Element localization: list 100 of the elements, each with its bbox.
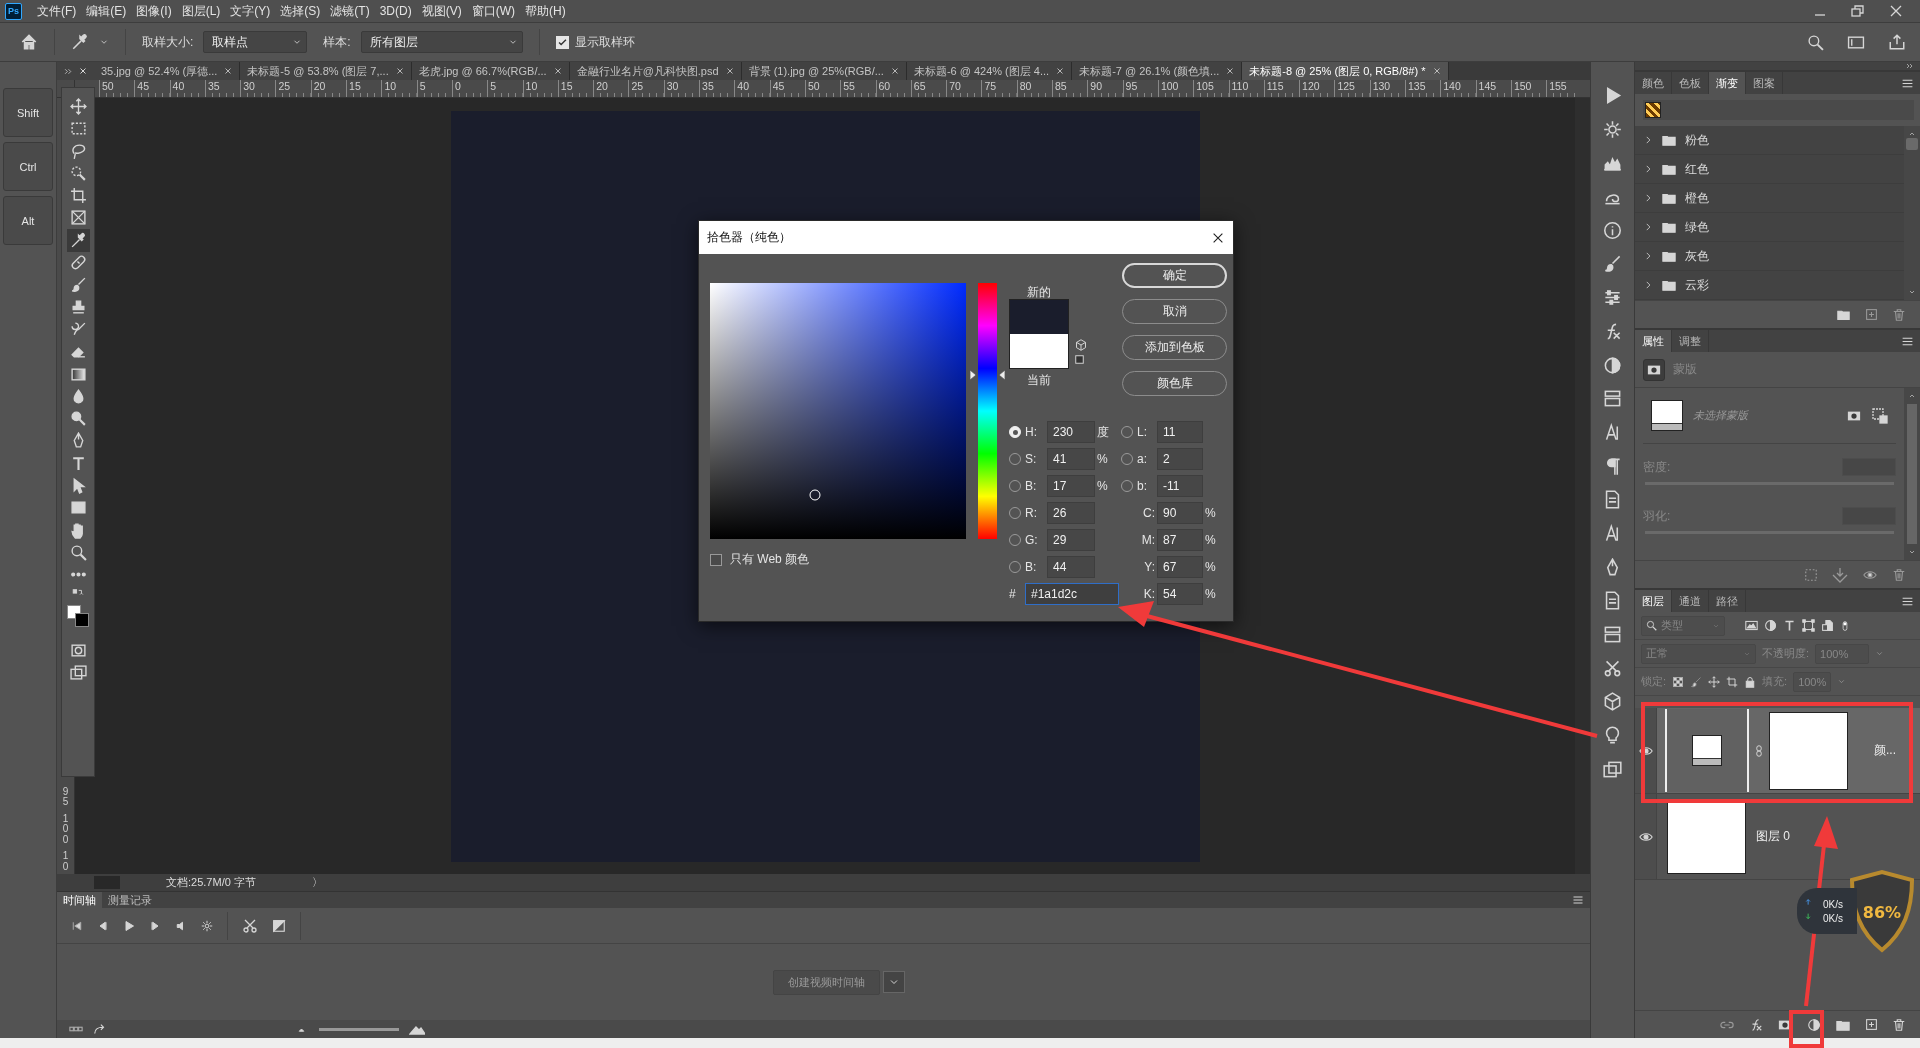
panel-tab[interactable]: 测量记录 [102, 892, 158, 908]
value-field[interactable]: 44 [1047, 556, 1095, 578]
value-field[interactable]: -11 [1157, 475, 1203, 497]
sample-dropdown[interactable]: 所有图层 [360, 31, 523, 53]
half-circle-icon[interactable] [1764, 619, 1777, 632]
dialog-button[interactable]: 确定 [1122, 263, 1227, 288]
value-field[interactable]: 29 [1047, 529, 1095, 551]
rectangle-icon[interactable] [69, 499, 87, 517]
chevron-right-icon[interactable] [1643, 251, 1653, 261]
shortcut-key-button[interactable]: Alt [3, 196, 53, 245]
sliders-icon[interactable] [1603, 288, 1622, 308]
tab-close-icon[interactable] [224, 67, 233, 75]
half-circle-icon[interactable] [1807, 1017, 1821, 1032]
folder-icon[interactable] [1661, 278, 1677, 292]
document-tab[interactable]: 未标题-8 @ 25% (图层 0, RGB/8#) * [1242, 62, 1449, 80]
gradient-group-row[interactable]: 粉色 [1635, 126, 1904, 155]
share-icon[interactable] [1888, 33, 1906, 51]
bulb-icon[interactable] [1603, 726, 1622, 746]
zoom-slider[interactable] [319, 1027, 399, 1031]
tab-close-icon[interactable] [553, 67, 562, 75]
bandage-icon[interactable] [69, 254, 87, 272]
trash-icon[interactable] [1892, 1017, 1906, 1032]
chevron-right-icon[interactable] [1643, 193, 1653, 203]
play-icon[interactable] [123, 919, 135, 932]
chevron-right-icon[interactable] [1643, 164, 1653, 174]
history-brush-icon[interactable] [69, 320, 87, 338]
layer-row[interactable]: 颜... [1635, 708, 1920, 794]
eyedropper-icon[interactable] [71, 33, 89, 51]
gradient-group-row[interactable]: 云彩 [1635, 271, 1904, 300]
document-icon[interactable] [1603, 591, 1622, 611]
shortcut-key-button[interactable]: Ctrl [3, 142, 53, 191]
panel-tab[interactable]: 通道 [1672, 590, 1709, 612]
brush-icon[interactable] [1690, 675, 1703, 688]
hex-field[interactable]: #1a1d2c [1025, 583, 1119, 605]
chevron-right-icon[interactable] [1643, 135, 1653, 145]
scrollbar-thumb[interactable] [1907, 404, 1917, 544]
half-circle-icon[interactable] [1603, 355, 1622, 375]
marquee-icon[interactable] [69, 120, 87, 138]
chevron-right-icon[interactable] [1643, 280, 1653, 290]
tab-close-icon[interactable] [395, 67, 404, 75]
trash-icon[interactable] [1892, 307, 1906, 322]
document-tab[interactable]: 未标题-5 @ 53.8% (图层 7,... [240, 62, 412, 80]
brush-icon[interactable] [1603, 254, 1622, 274]
brush-icon[interactable] [69, 276, 87, 294]
gradient-group-row[interactable]: 灰色 [1635, 242, 1904, 271]
home-icon[interactable] [20, 33, 38, 51]
cube-icon[interactable] [1075, 339, 1087, 351]
folder-icon[interactable] [1661, 191, 1677, 205]
document-tab[interactable]: 未标题-7 @ 26.1% (颜色填... [1072, 62, 1243, 80]
gradient-group-row[interactable]: 绿色 [1635, 213, 1904, 242]
stack-icon[interactable] [1603, 389, 1622, 409]
document-tab[interactable]: 老虎.jpg @ 66.7%(RGB/... [411, 62, 570, 80]
scroll-up-icon[interactable] [1908, 392, 1916, 400]
new-icon[interactable] [1865, 308, 1878, 321]
shortcut-key-button[interactable]: Shift [3, 88, 53, 137]
layer-row[interactable]: 图层 0 [1635, 794, 1920, 880]
hue-slider-handle[interactable] [970, 370, 1005, 381]
value-field[interactable]: 230 [1047, 421, 1095, 443]
apply-mask-icon[interactable] [1832, 566, 1848, 583]
layer-name[interactable]: 图层 0 [1756, 828, 1790, 845]
menu-item[interactable]: 滤镜(T) [325, 2, 375, 20]
web-colors-checkbox[interactable] [710, 553, 722, 566]
lock-transparency-icon[interactable] [1672, 675, 1685, 688]
menu-item[interactable]: 选择(S) [275, 2, 326, 20]
chevron-right-icon[interactable] [1643, 222, 1653, 232]
tab-close-icon[interactable] [890, 67, 899, 75]
background-color-swatch[interactable] [75, 612, 89, 627]
menu-item[interactable]: 文字(Y) [225, 2, 276, 20]
screen-mode-icon[interactable] [69, 664, 87, 682]
value-field[interactable]: 2 [1157, 448, 1203, 470]
lock-icon[interactable] [1744, 675, 1757, 688]
transition-icon[interactable] [272, 918, 286, 933]
tab-close-icon[interactable] [1056, 67, 1065, 75]
next-frame-icon[interactable] [149, 919, 161, 932]
crop-icon[interactable] [69, 187, 87, 205]
menu-item[interactable]: 窗口(W) [466, 2, 520, 20]
tab-close-icon[interactable] [1432, 67, 1441, 75]
first-frame-icon[interactable] [71, 919, 83, 932]
move-icon[interactable] [1708, 675, 1721, 688]
gradient-preset-field[interactable] [1643, 100, 1914, 120]
scrollbar-thumb[interactable] [1906, 138, 1918, 150]
menu-item[interactable]: 图层(L) [176, 2, 226, 20]
image-filter-icon[interactable] [1745, 619, 1758, 632]
transform-icon[interactable] [1802, 619, 1815, 632]
scroll-up-icon[interactable] [1908, 130, 1916, 138]
square-icon[interactable] [1075, 355, 1087, 367]
panel-tab[interactable]: 渐变 [1709, 72, 1746, 94]
lasso-icon[interactable] [69, 142, 87, 160]
panel-tab[interactable]: 图层 [1635, 590, 1672, 612]
chain-link-icon[interactable] [1753, 742, 1765, 759]
crop-icon[interactable] [1726, 675, 1739, 688]
scissors-icon[interactable] [1603, 658, 1622, 678]
scissors-icon[interactable] [242, 917, 258, 934]
document-tab[interactable]: 背景 (1).jpg @ 25%(RGB/... [741, 62, 907, 80]
previous-frame-icon[interactable] [97, 919, 109, 932]
folder-icon[interactable] [1661, 249, 1677, 263]
expand-icon[interactable] [64, 66, 73, 76]
type-filter-icon[interactable] [1783, 619, 1796, 632]
quick-select-icon[interactable] [69, 164, 87, 182]
restore-icon[interactable] [1850, 3, 1866, 19]
